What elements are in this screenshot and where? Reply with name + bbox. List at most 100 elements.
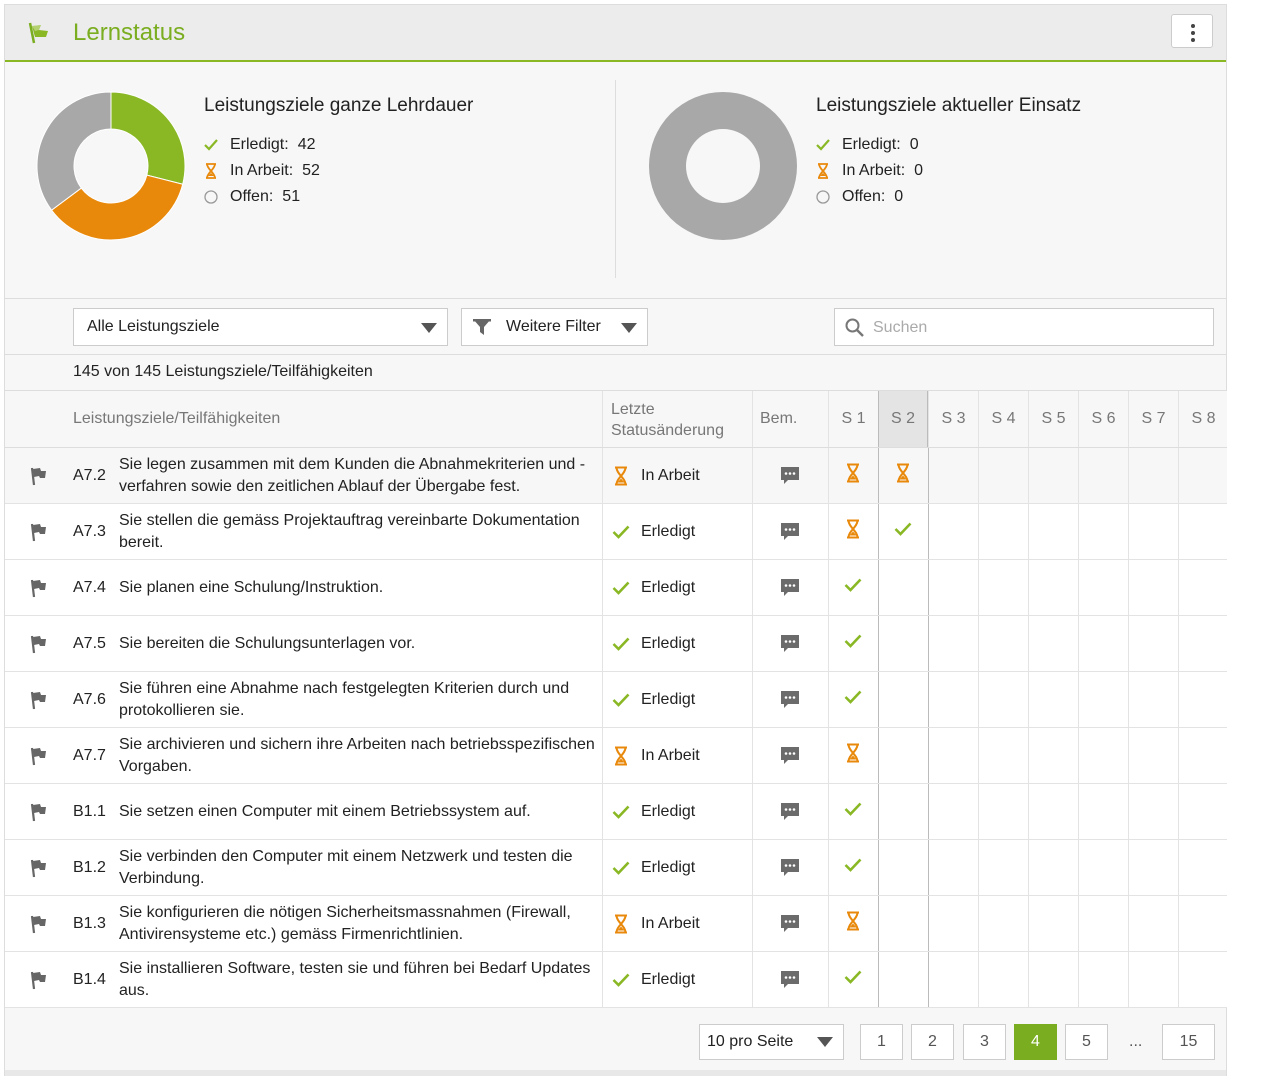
semester-cell[interactable] xyxy=(1078,560,1128,615)
semester-cell[interactable] xyxy=(1178,616,1228,671)
flag-icon[interactable] xyxy=(27,784,51,839)
semester-cell[interactable] xyxy=(1028,952,1078,1007)
table-row[interactable]: B1.3 Sie konfigurieren die nötigen Sicher… xyxy=(5,896,1227,952)
semester-cell[interactable] xyxy=(1078,616,1128,671)
semester-cell[interactable] xyxy=(1078,448,1128,503)
semester-cell[interactable] xyxy=(1178,504,1228,559)
flag-icon[interactable] xyxy=(27,952,51,1007)
semester-cell[interactable] xyxy=(1028,896,1078,951)
semester-cell[interactable] xyxy=(878,560,928,615)
semester-cell[interactable] xyxy=(1178,784,1228,839)
semester-cell[interactable] xyxy=(1128,728,1178,783)
comment-icon[interactable] xyxy=(753,952,827,1007)
semester-cell[interactable] xyxy=(878,784,928,839)
semester-cell[interactable] xyxy=(828,840,878,895)
table-row[interactable]: A7.4 Sie planen eine Schulung/Instruktion… xyxy=(5,560,1227,616)
semester-cell[interactable] xyxy=(1128,616,1178,671)
flag-icon[interactable] xyxy=(27,504,51,559)
semester-cell[interactable] xyxy=(1028,560,1078,615)
table-row[interactable]: B1.4 Sie installieren Software, testen si… xyxy=(5,952,1227,1008)
semester-cell[interactable] xyxy=(1078,728,1128,783)
semester-cell[interactable] xyxy=(928,840,978,895)
more-filters-button[interactable]: Weitere Filter xyxy=(461,308,648,346)
semester-cell[interactable] xyxy=(878,448,928,503)
semester-cell[interactable] xyxy=(828,728,878,783)
semester-cell[interactable] xyxy=(1178,952,1228,1007)
header-goal[interactable]: Leistungsziele/Teilfähigkeiten xyxy=(73,391,280,447)
search-box[interactable] xyxy=(834,308,1214,347)
semester-cell[interactable] xyxy=(1178,840,1228,895)
semester-cell[interactable] xyxy=(1028,448,1078,503)
semester-cell[interactable] xyxy=(978,896,1028,951)
semester-cell[interactable] xyxy=(978,560,1028,615)
page-button[interactable]: 2 xyxy=(911,1024,954,1060)
semester-cell[interactable] xyxy=(828,504,878,559)
semester-cell[interactable] xyxy=(828,784,878,839)
semester-cell[interactable] xyxy=(1078,840,1128,895)
semester-cell[interactable] xyxy=(878,728,928,783)
semester-cell[interactable] xyxy=(878,672,928,727)
flag-icon[interactable] xyxy=(27,840,51,895)
header-semester[interactable]: S 7 xyxy=(1128,391,1178,447)
flag-icon[interactable] xyxy=(27,672,51,727)
page-button[interactable]: 4 xyxy=(1014,1024,1057,1060)
semester-cell[interactable] xyxy=(828,896,878,951)
comment-icon[interactable] xyxy=(753,504,827,559)
semester-cell[interactable] xyxy=(878,616,928,671)
semester-cell[interactable] xyxy=(928,504,978,559)
semester-cell[interactable] xyxy=(1128,952,1178,1007)
flag-icon[interactable] xyxy=(27,448,51,503)
semester-cell[interactable] xyxy=(1078,952,1128,1007)
table-row[interactable]: A7.7 Sie archivieren und sichern ihre Arb… xyxy=(5,728,1227,784)
flag-icon[interactable] xyxy=(27,728,51,783)
header-semester[interactable]: S 8 xyxy=(1178,391,1228,447)
table-row[interactable]: B1.1 Sie setzen einen Computer mit einem … xyxy=(5,784,1227,840)
semester-cell[interactable] xyxy=(978,448,1028,503)
semester-cell[interactable] xyxy=(1078,672,1128,727)
flag-icon[interactable] xyxy=(27,616,51,671)
page-button[interactable]: 1 xyxy=(860,1024,903,1060)
semester-cell[interactable] xyxy=(1078,784,1128,839)
semester-cell[interactable] xyxy=(1028,784,1078,839)
page-button[interactable]: 3 xyxy=(963,1024,1006,1060)
semester-cell[interactable] xyxy=(1178,728,1228,783)
semester-cell[interactable] xyxy=(828,952,878,1007)
semester-cell[interactable] xyxy=(1128,560,1178,615)
header-semester[interactable]: S 2 xyxy=(878,391,928,447)
semester-cell[interactable] xyxy=(928,728,978,783)
semester-cell[interactable] xyxy=(928,448,978,503)
semester-cell[interactable] xyxy=(1028,616,1078,671)
flag-icon[interactable] xyxy=(27,560,51,615)
semester-cell[interactable] xyxy=(1078,504,1128,559)
semester-cell[interactable] xyxy=(828,616,878,671)
table-row[interactable]: B1.2 Sie verbinden den Computer mit einem… xyxy=(5,840,1227,896)
semester-cell[interactable] xyxy=(1028,840,1078,895)
semester-cell[interactable] xyxy=(928,952,978,1007)
semester-cell[interactable] xyxy=(978,952,1028,1007)
page-size-select[interactable]: 10 pro Seite xyxy=(699,1024,844,1060)
semester-cell[interactable] xyxy=(1178,448,1228,503)
semester-cell[interactable] xyxy=(978,672,1028,727)
header-semester[interactable]: S 3 xyxy=(928,391,978,447)
header-remarks[interactable]: Bem. xyxy=(752,391,828,447)
semester-cell[interactable] xyxy=(928,784,978,839)
semester-cell[interactable] xyxy=(1028,728,1078,783)
semester-cell[interactable] xyxy=(878,952,928,1007)
semester-cell[interactable] xyxy=(828,560,878,615)
semester-cell[interactable] xyxy=(1128,784,1178,839)
semester-cell[interactable] xyxy=(928,896,978,951)
semester-cell[interactable] xyxy=(1078,896,1128,951)
semester-cell[interactable] xyxy=(978,616,1028,671)
semester-cell[interactable] xyxy=(1128,448,1178,503)
table-row[interactable]: A7.6 Sie führen eine Abnahme nach festgel… xyxy=(5,672,1227,728)
page-button-last[interactable]: 15 xyxy=(1162,1024,1215,1060)
comment-icon[interactable] xyxy=(753,560,827,615)
flag-icon[interactable] xyxy=(27,896,51,951)
comment-icon[interactable] xyxy=(753,784,827,839)
semester-cell[interactable] xyxy=(928,616,978,671)
semester-cell[interactable] xyxy=(878,896,928,951)
header-semester[interactable]: S 4 xyxy=(978,391,1028,447)
more-menu-button[interactable] xyxy=(1171,14,1213,48)
semester-cell[interactable] xyxy=(828,448,878,503)
comment-icon[interactable] xyxy=(753,616,827,671)
